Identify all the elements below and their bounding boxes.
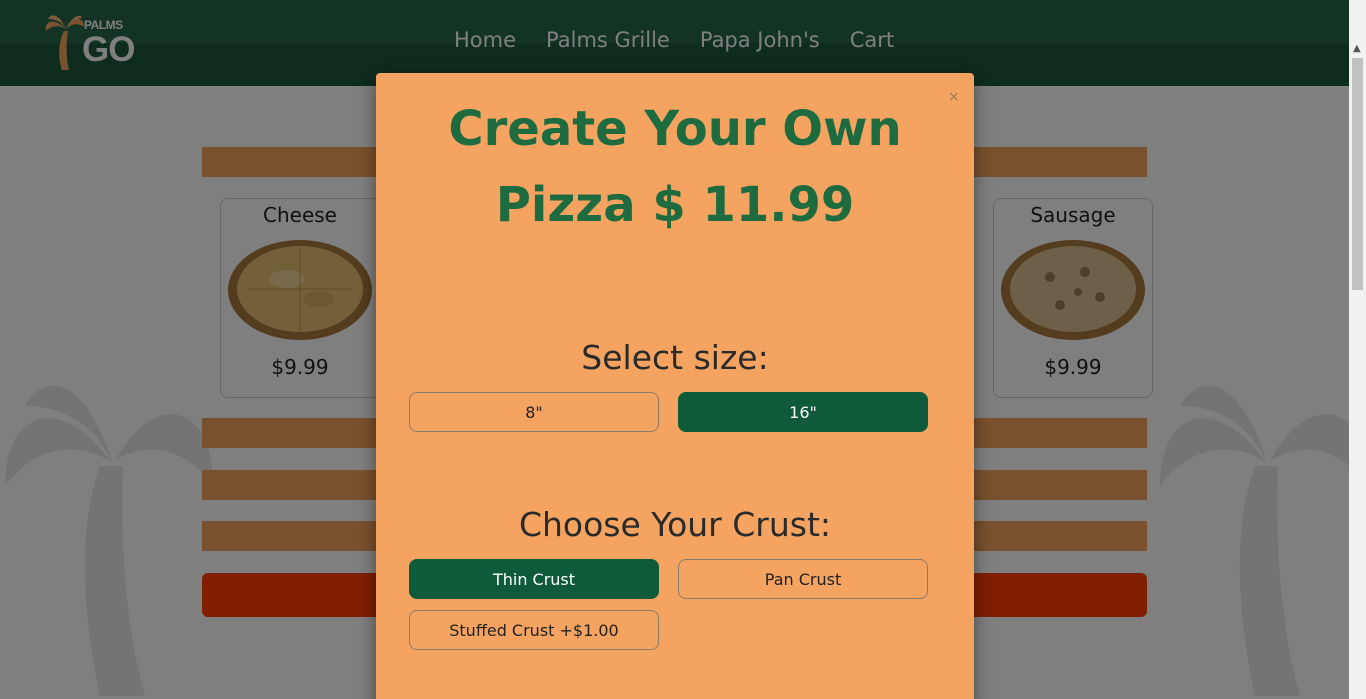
- size-8-button[interactable]: 8": [409, 392, 659, 432]
- scrollbar-thumb[interactable]: [1352, 58, 1363, 290]
- page-scrollbar[interactable]: ▲: [1349, 0, 1366, 699]
- thin-crust-button[interactable]: Thin Crust: [409, 559, 659, 599]
- size-heading: Select size:: [581, 338, 769, 377]
- modal-title: Create Your Own Pizza $ 11.99: [376, 91, 974, 243]
- create-pizza-modal: × Create Your Own Pizza $ 11.99 Select s…: [376, 73, 974, 699]
- size-16-button[interactable]: 16": [678, 392, 928, 432]
- modal-title-line: Create Your Own: [448, 101, 902, 157]
- modal-title-price-line: Pizza $ 11.99: [495, 177, 855, 233]
- crust-heading: Choose Your Crust:: [518, 505, 832, 544]
- scroll-up-arrow-icon[interactable]: ▲: [1353, 43, 1361, 54]
- stuffed-crust-button[interactable]: Stuffed Crust +$1.00: [409, 610, 659, 650]
- pan-crust-button[interactable]: Pan Crust: [678, 559, 928, 599]
